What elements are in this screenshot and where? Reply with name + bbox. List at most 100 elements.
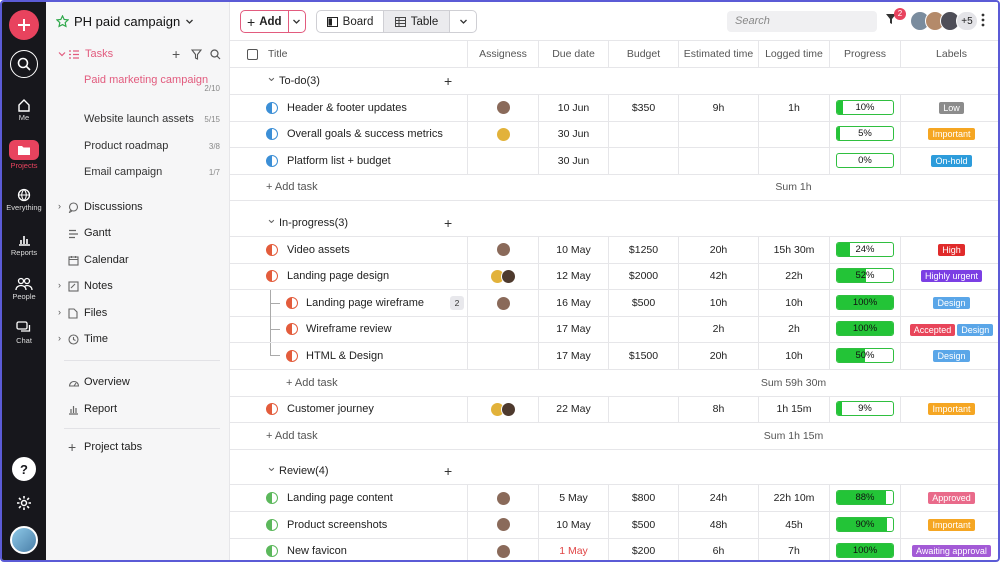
labels-cell[interactable]: Awaiting approval [900, 538, 998, 560]
labels-cell[interactable]: Design [900, 343, 998, 369]
logged-time-cell[interactable] [758, 121, 829, 148]
user-avatar-button[interactable] [2, 526, 46, 554]
due-date-cell[interactable]: 12 May [538, 263, 608, 290]
due-date-cell[interactable]: 16 May [538, 289, 608, 316]
project-title-button[interactable]: PH paid campaign [56, 14, 194, 29]
nav-people[interactable]: People [2, 277, 46, 301]
settings-button[interactable] [2, 491, 46, 515]
sidebar-item-calendar[interactable]: Calendar [46, 254, 230, 268]
status-icon[interactable] [286, 323, 298, 336]
task-title-cell[interactable]: HTML & Design [230, 343, 467, 369]
estimated-time-cell[interactable]: 9h [678, 94, 758, 121]
progress-cell[interactable]: 10% [829, 94, 900, 121]
estimated-time-cell[interactable]: 42h [678, 263, 758, 290]
column-header-assignees[interactable]: Assigness [467, 41, 538, 68]
due-date-cell[interactable]: 10 May [538, 236, 608, 263]
add-task-plus-icon[interactable]: + [444, 458, 452, 484]
logged-time-cell[interactable]: 1h 15m [758, 396, 829, 423]
logged-time-cell[interactable]: 22h 10m [758, 485, 829, 511]
chevron-down-icon[interactable]: ⌄ [266, 206, 277, 232]
assignees-cell[interactable] [467, 511, 538, 538]
sidebar-item-discussions[interactable]: › Discussions [46, 201, 230, 215]
sidebar-task-list[interactable]: Website launch assets 5/15 [84, 113, 224, 125]
help-button[interactable]: ? [2, 457, 46, 481]
status-icon[interactable] [266, 270, 278, 283]
due-date-cell[interactable]: 17 May [538, 316, 608, 343]
add-button[interactable]: + Add [240, 10, 306, 33]
task-title-cell[interactable]: Platform list + budget [230, 148, 467, 174]
view-dropdown[interactable] [450, 11, 476, 32]
estimated-time-cell[interactable]: 6h [678, 538, 758, 560]
budget-cell[interactable] [608, 147, 678, 174]
create-button[interactable] [2, 10, 46, 40]
labels-cell[interactable]: Important [900, 121, 998, 148]
sidebar-task-list[interactable]: Paid marketing campaign 2/10 [84, 74, 224, 93]
assignees-cell[interactable] [467, 263, 538, 290]
budget-cell[interactable]: $2000 [608, 263, 678, 290]
search-icon[interactable] [210, 49, 221, 60]
estimated-time-cell[interactable]: 20h [678, 343, 758, 369]
add-task-plus-icon[interactable]: + [444, 68, 452, 94]
labels-cell[interactable]: On-hold [900, 147, 998, 174]
progress-cell[interactable]: 100% [829, 316, 900, 343]
logged-time-cell[interactable]: 15h 30m [758, 236, 829, 263]
assignees-cell[interactable] [467, 538, 538, 560]
progress-cell[interactable]: 88% [829, 485, 900, 511]
logged-time-cell[interactable]: 10h [758, 343, 829, 369]
nav-chat[interactable]: Chat [2, 321, 46, 345]
progress-cell[interactable]: 24% [829, 236, 900, 263]
task-title-cell[interactable]: Video assets [230, 237, 467, 263]
logged-time-cell[interactable]: 1h [758, 94, 829, 121]
nav-everything[interactable]: Everything [2, 188, 46, 212]
nav-projects[interactable]: Projects [2, 140, 46, 170]
column-header-budget[interactable]: Budget [608, 41, 678, 68]
labels-cell[interactable]: Approved [900, 485, 998, 511]
task-title-cell[interactable]: Landing page design [230, 263, 467, 289]
sidebar-item-notes[interactable]: › Notes [46, 280, 230, 294]
progress-cell[interactable]: 90% [829, 511, 900, 538]
estimated-time-cell[interactable]: 48h [678, 511, 758, 538]
assignees-cell[interactable] [467, 396, 538, 423]
column-header-logged-time[interactable]: Logged time [758, 41, 829, 68]
member-avatars[interactable]: +5 [910, 11, 978, 31]
more-options-icon[interactable] [981, 13, 985, 27]
status-icon[interactable] [286, 296, 298, 309]
status-icon[interactable] [266, 492, 278, 504]
budget-cell[interactable] [608, 316, 678, 343]
progress-cell[interactable]: 0% [829, 147, 900, 174]
task-title-cell[interactable]: New favicon [230, 538, 467, 560]
chevron-down-icon[interactable]: ⌄ [266, 454, 277, 480]
status-icon[interactable] [266, 518, 278, 531]
due-date-cell[interactable]: 1 May [538, 538, 608, 560]
chevron-down-icon[interactable]: ⌄ [266, 64, 277, 90]
labels-cell[interactable]: High [900, 236, 998, 263]
add-task-plus-icon[interactable]: + [444, 210, 452, 236]
task-title-cell[interactable]: Header & footer updates [230, 95, 467, 121]
due-date-cell[interactable]: 30 Jun [538, 147, 608, 174]
sidebar-item-report[interactable]: Report [46, 403, 230, 417]
budget-cell[interactable]: $1500 [608, 343, 678, 369]
sidebar-item-gantt[interactable]: Gantt [46, 227, 230, 241]
sidebar-item-project-tabs[interactable]: + Project tabs [46, 439, 230, 455]
status-icon[interactable] [266, 101, 278, 114]
assignees-cell[interactable] [467, 121, 538, 148]
due-date-cell[interactable]: 22 May [538, 396, 608, 423]
due-date-cell[interactable]: 10 May [538, 511, 608, 538]
column-header-estimated-time[interactable]: Estimated time [678, 41, 758, 68]
assignees-cell[interactable] [467, 343, 538, 369]
column-header-labels[interactable]: Labels [900, 41, 998, 68]
budget-cell[interactable] [608, 396, 678, 423]
logged-time-cell[interactable]: 22h [758, 263, 829, 290]
filter-icon[interactable] [191, 49, 202, 60]
estimated-time-cell[interactable] [678, 121, 758, 148]
add-task-button[interactable]: + Add task [266, 423, 318, 449]
sidebar-task-list[interactable]: Product roadmap 3/8 [84, 140, 224, 152]
task-title-cell[interactable]: Wireframe review [230, 316, 467, 343]
add-main[interactable]: + Add [241, 11, 289, 32]
logged-time-cell[interactable]: 45h [758, 511, 829, 538]
status-icon[interactable] [266, 545, 278, 558]
estimated-time-cell[interactable]: 8h [678, 396, 758, 423]
estimated-time-cell[interactable]: 10h [678, 289, 758, 316]
due-date-cell[interactable]: 17 May [538, 343, 608, 369]
status-icon[interactable] [286, 350, 298, 362]
